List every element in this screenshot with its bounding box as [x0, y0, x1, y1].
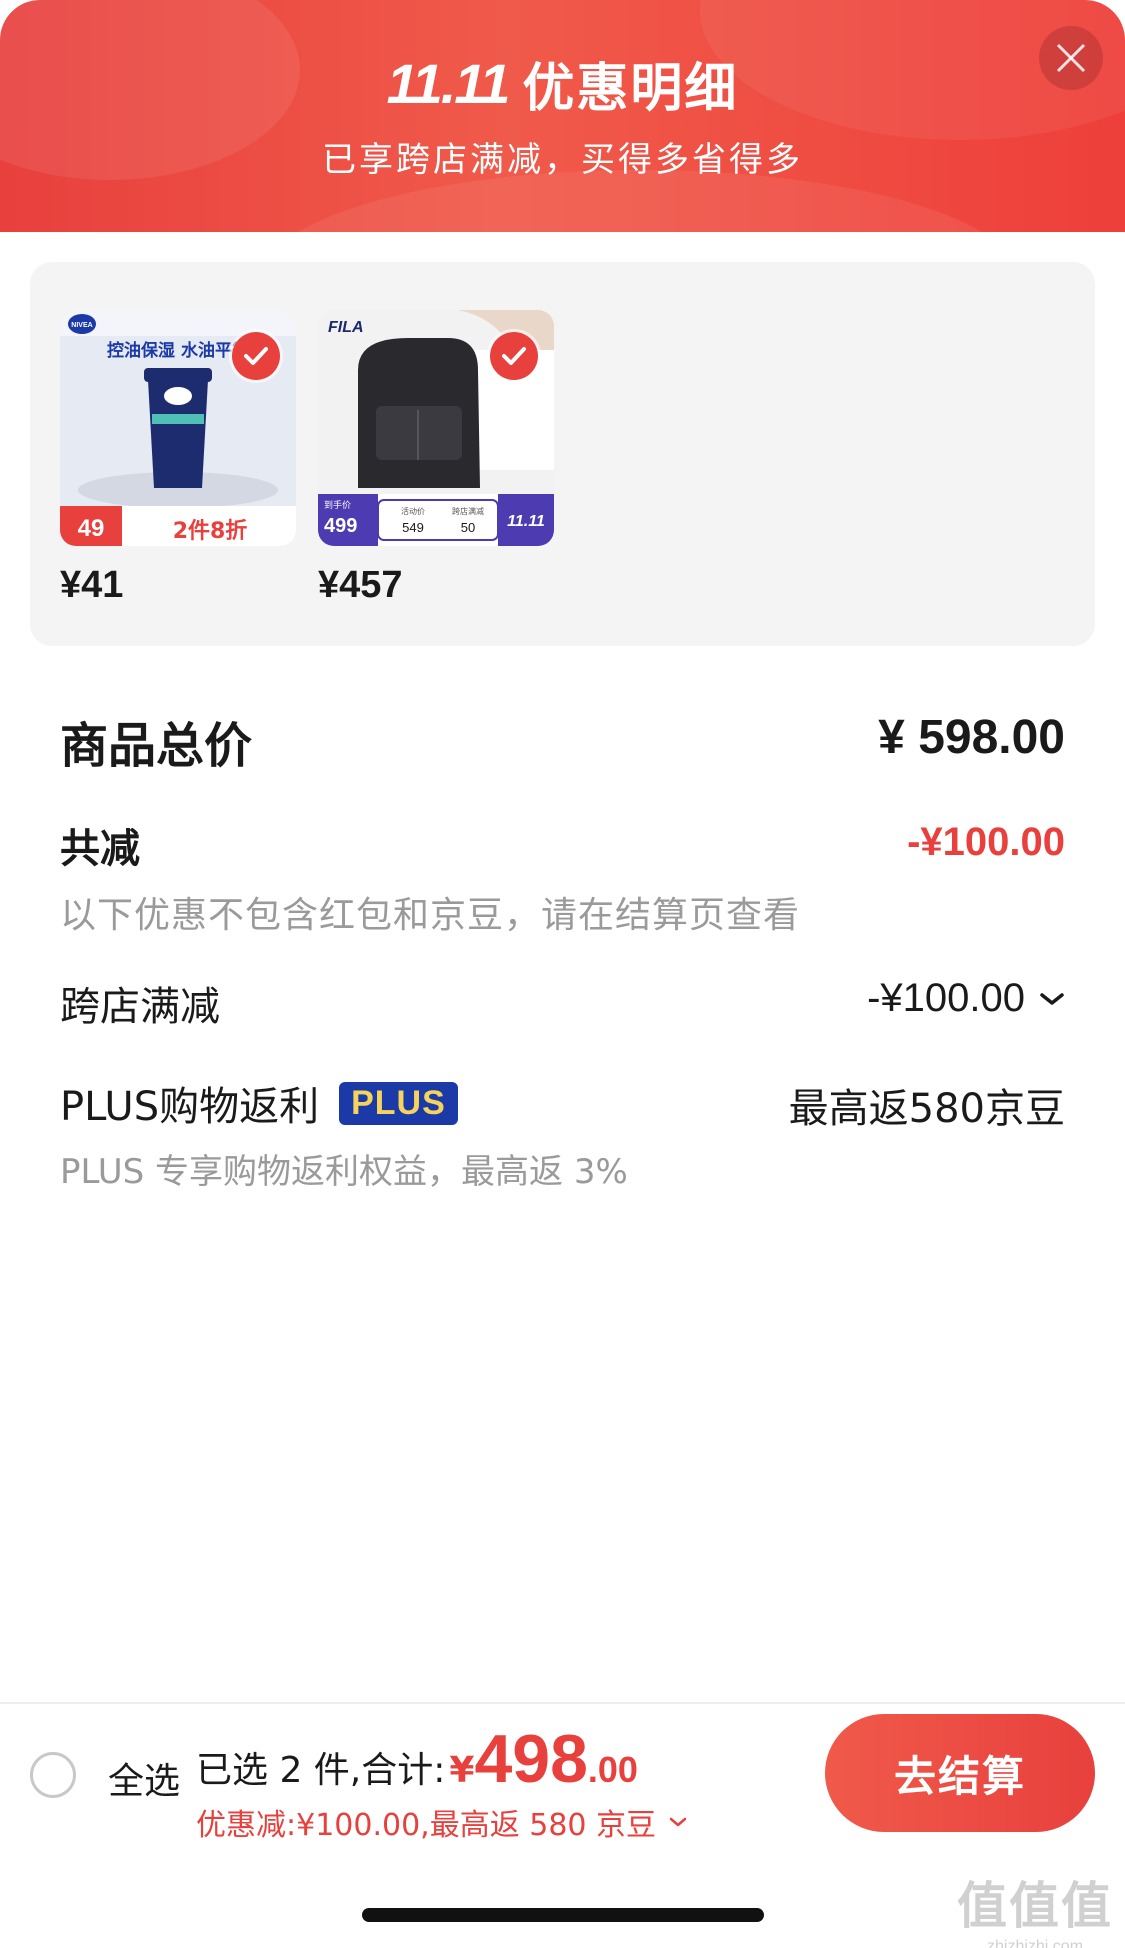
cross-store-discount-label: 跨店满减: [60, 984, 220, 1030]
selected-count-text: 已选 2 件,合计:: [196, 1750, 446, 1791]
total-currency: ¥: [449, 1750, 475, 1791]
thumb-badge-price: 49: [78, 515, 105, 542]
chevron-down-icon: [1040, 992, 1064, 1005]
plus-badge: PLUS: [339, 1081, 458, 1125]
thumb-act-label: 活动价: [401, 506, 425, 516]
plus-rebate-value: 最高返580京豆: [788, 1086, 1065, 1132]
select-all-checkbox[interactable]: [30, 1752, 76, 1798]
cross-store-discount-toggle[interactable]: -¥100.00: [867, 976, 1065, 1021]
product-item-fila[interactable]: FILA 到手价 499 活动价 549 跨店满减 50 11.11 ¥457: [318, 310, 554, 607]
thumb-brand: FILA: [328, 319, 364, 336]
selected-check-badge[interactable]: [490, 332, 538, 380]
header-title-row: 11.11 优惠明细: [0, 48, 1125, 119]
site-watermark: 值值值 zhizhizhi.com: [957, 1866, 1113, 1948]
plus-rebate-note: PLUS 专享购物返利权益，最高返 3%: [60, 1152, 628, 1192]
total-amount-integer: 498: [474, 1721, 588, 1797]
watermark-url: zhizhizhi.com: [986, 1938, 1084, 1948]
sheet-header: 11.11 优惠明细 已享跨店满减，买得多省得多: [0, 0, 1125, 232]
product-thumbnail[interactable]: FILA 到手价 499 活动价 549 跨店满减 50 11.11: [318, 310, 554, 546]
close-icon: [1056, 43, 1086, 73]
discount-summary-toggle[interactable]: 优惠减:¥100.00,最高返 580 京豆: [196, 1800, 688, 1844]
cross-store-discount-value: -¥100.00: [867, 976, 1025, 1020]
close-button[interactable]: [1039, 26, 1103, 90]
reduce-note: 以下优惠不包含红包和京豆，请在结算页查看: [60, 895, 801, 936]
selected-products-card: NIVEA 控油保湿 水油平衡 49 2件8折 ¥41 FILA 到手价 499…: [30, 262, 1095, 646]
thumb-event: 11.11: [507, 513, 545, 530]
thumb-badge-price: 499: [324, 515, 357, 537]
thumb-headline: 控油保湿 水油平衡: [107, 340, 249, 361]
thumb-tag: 到手价: [324, 499, 351, 511]
plus-rebate-label: PLUS购物返利: [60, 1084, 320, 1130]
selected-total-row: 已选 2 件,合计: ¥ 498 .00: [196, 1720, 638, 1798]
thumb-act-price: 549: [402, 520, 424, 535]
select-all-label[interactable]: 全选: [108, 1752, 180, 1804]
total-price-value: ¥ 598.00: [878, 711, 1065, 764]
home-indicator[interactable]: [362, 1908, 764, 1922]
chevron-down-icon: [669, 1817, 687, 1827]
checkmark-icon: [502, 347, 526, 365]
selected-check-badge[interactable]: [232, 332, 280, 380]
total-amount-decimal: .00: [587, 1749, 638, 1790]
checkout-button[interactable]: 去结算: [825, 1714, 1095, 1832]
discount-summary-text: 优惠减:¥100.00,最高返 580 京豆: [196, 1808, 657, 1843]
product-price: ¥41: [60, 564, 124, 606]
total-reduce-label: 共减: [60, 826, 140, 872]
product-item-nivea[interactable]: NIVEA 控油保湿 水油平衡 49 2件8折 ¥41: [60, 310, 296, 607]
discount-detail-sheet: 11.11 优惠明细 已享跨店满减，买得多省得多 NIVEA 控油保湿 水油平衡: [0, 0, 1125, 1948]
total-price-label: 商品总价: [60, 718, 253, 774]
thumb-brand: NIVEA: [71, 322, 92, 329]
total-reduce-value: -¥100.00: [907, 820, 1065, 864]
bottom-bar-divider: [0, 1702, 1125, 1704]
product-price: ¥457: [318, 564, 403, 606]
page-title: 优惠明细: [522, 58, 739, 119]
product-thumbnail[interactable]: NIVEA 控油保湿 水油平衡 49 2件8折: [60, 310, 296, 546]
thumb-minus-label: 跨店满减: [452, 506, 484, 516]
thumb-minus-value: 50: [461, 520, 475, 535]
double-eleven-logo: 11.11: [386, 51, 511, 115]
plus-rebate-label-row: PLUS购物返利 PLUS: [60, 1074, 458, 1132]
watermark-logo: 值值值: [957, 1877, 1113, 1935]
thumb-promo: 2件8折: [173, 519, 248, 544]
checkmark-icon: [244, 347, 268, 365]
page-subtitle: 已享跨店满减，买得多省得多: [322, 140, 803, 180]
